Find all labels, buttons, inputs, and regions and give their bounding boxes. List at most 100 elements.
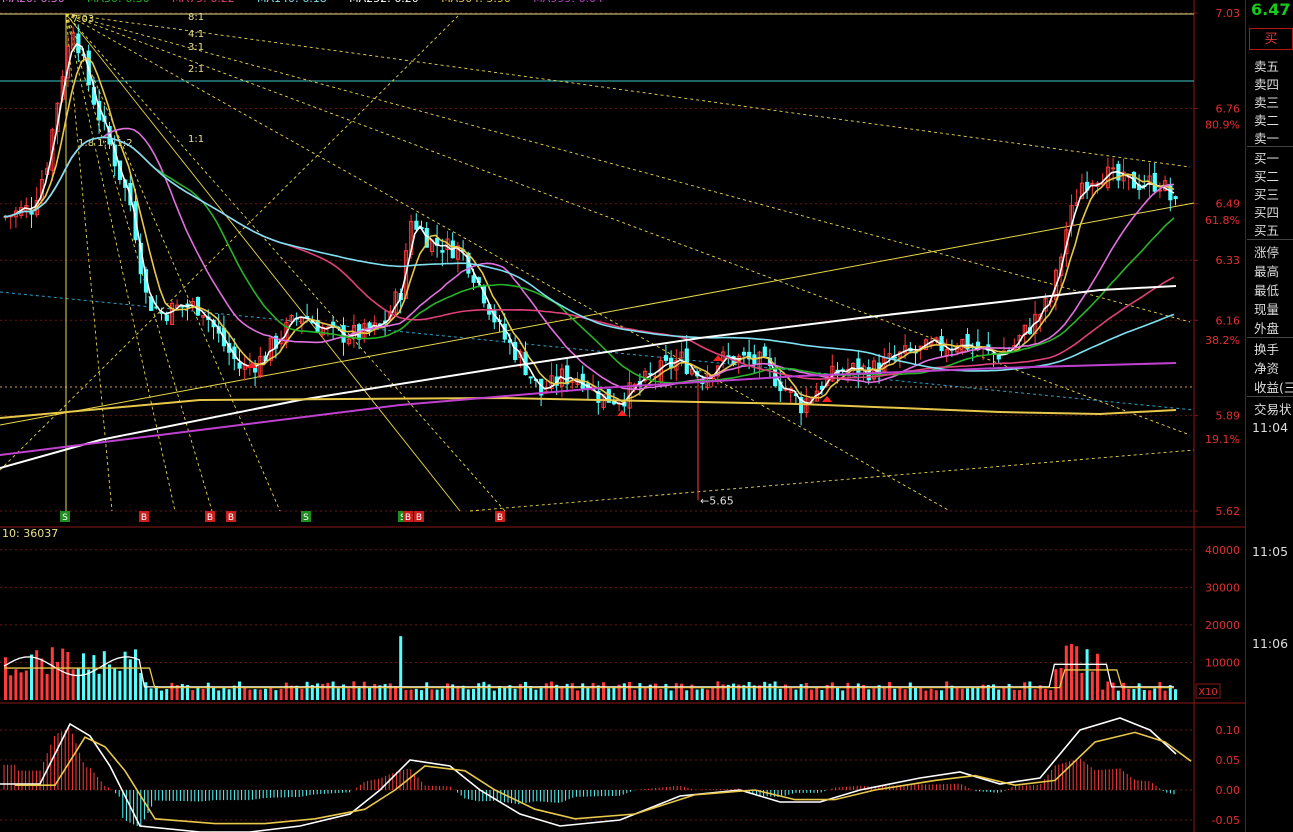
ma-legend-label: MA30: 6.30 bbox=[87, 0, 150, 5]
volume-ma-line bbox=[3, 656, 1174, 688]
candle bbox=[762, 343, 767, 357]
fib-level-label: 80.9% bbox=[1205, 118, 1240, 131]
sell-level-3: 卖三 bbox=[1254, 95, 1280, 110]
volume-bar bbox=[789, 688, 793, 700]
volume-bar bbox=[513, 688, 517, 700]
volume-bar bbox=[836, 686, 839, 700]
volume-bar bbox=[1064, 645, 1068, 700]
volume-bar bbox=[170, 682, 174, 700]
volume-bar bbox=[680, 683, 683, 700]
volume-bar bbox=[264, 688, 267, 700]
volume-bar bbox=[440, 688, 444, 700]
candle bbox=[357, 322, 362, 350]
volume-bar bbox=[279, 688, 283, 700]
volume-bar bbox=[50, 647, 54, 700]
candle bbox=[799, 391, 804, 426]
stat-net-assets: 净资 bbox=[1254, 361, 1280, 376]
candle bbox=[580, 365, 585, 393]
volume-bar bbox=[903, 689, 907, 700]
volume-bar bbox=[856, 683, 860, 700]
candle bbox=[1085, 171, 1090, 200]
macd-dif-line bbox=[0, 717, 1177, 832]
candle bbox=[814, 382, 819, 402]
ma-legend-label: MA504: 5.90 bbox=[441, 0, 511, 5]
candle-body bbox=[164, 314, 169, 322]
volume-bar bbox=[61, 648, 65, 700]
fan-ratio-label: 4:1 bbox=[188, 29, 204, 40]
volume-bar bbox=[966, 688, 969, 700]
volume-bar bbox=[191, 689, 195, 700]
candle-body bbox=[663, 355, 669, 361]
volume-bar bbox=[206, 682, 210, 700]
volume-bar bbox=[1122, 682, 1125, 700]
stat-current-volume: 现量 bbox=[1254, 302, 1280, 317]
ma-short-line bbox=[3, 42, 1175, 406]
candle bbox=[913, 345, 918, 366]
volume-bar bbox=[622, 683, 626, 700]
volume-bar bbox=[643, 687, 647, 700]
volume-bar bbox=[253, 689, 257, 700]
volume-bar bbox=[435, 689, 439, 700]
volume-bar bbox=[633, 689, 637, 700]
signal-marker-label: B bbox=[416, 513, 422, 523]
volume-bar bbox=[628, 681, 631, 700]
volume-bar bbox=[893, 688, 897, 700]
volume-bar bbox=[76, 668, 80, 700]
stock-chart[interactable]: 7.03 6.76 6.49 6.33 6.16 5.89 5.62 80.9% 61.8% 38… bbox=[0, 0, 1293, 832]
volume-bar bbox=[1096, 653, 1099, 700]
gann-fan-line bbox=[65, 13, 1191, 168]
volume-bar bbox=[482, 681, 486, 700]
volume-tick-label: 10000 bbox=[1205, 656, 1240, 669]
buy-level-3: 买三 bbox=[1254, 187, 1280, 202]
volume-bar bbox=[238, 681, 241, 700]
signal-marker-label: B bbox=[497, 513, 503, 523]
volume-bar bbox=[1075, 646, 1079, 700]
candle-body bbox=[726, 355, 731, 358]
candle bbox=[669, 350, 674, 380]
volume-bar bbox=[1116, 690, 1120, 700]
candle-body bbox=[1173, 196, 1178, 200]
buy-button[interactable]: 买 bbox=[1249, 28, 1293, 50]
volume-bar bbox=[92, 655, 96, 700]
gann-fan-line bbox=[65, 13, 506, 512]
stat-limit-up: 涨停 bbox=[1254, 245, 1280, 260]
candle bbox=[611, 393, 617, 406]
volume-bar bbox=[466, 689, 470, 700]
volume-bar bbox=[607, 688, 611, 700]
ma140-line bbox=[3, 136, 1175, 372]
volume-bar bbox=[908, 682, 912, 700]
candle-body bbox=[1152, 172, 1157, 192]
ma-legend-label: MA252: 6.20 bbox=[349, 0, 419, 5]
volume-tick-label: 30000 bbox=[1205, 581, 1240, 594]
volume-bar bbox=[638, 683, 642, 700]
volume-bar bbox=[113, 668, 117, 700]
volume-bar bbox=[212, 687, 215, 700]
ma-legend-label: MA20: 6.30 bbox=[2, 0, 65, 5]
candle bbox=[596, 380, 601, 415]
volume-bar bbox=[524, 681, 527, 700]
volume-bar bbox=[1163, 690, 1167, 700]
volume-bar bbox=[914, 686, 917, 700]
volume-bar bbox=[492, 690, 496, 700]
volume-bar bbox=[352, 681, 356, 700]
panel-divider bbox=[1247, 239, 1293, 240]
price-tick-label: 5.62 bbox=[1216, 505, 1241, 518]
volume-bar bbox=[768, 683, 772, 700]
volume-bar bbox=[1101, 689, 1105, 700]
volume-bar bbox=[706, 689, 709, 700]
volume-bar bbox=[747, 681, 751, 700]
volume-bar bbox=[997, 689, 1001, 700]
volume-bar bbox=[1111, 682, 1115, 700]
volume-bar bbox=[810, 689, 813, 700]
sell-level-1: 卖一 bbox=[1254, 131, 1280, 146]
candle bbox=[1116, 160, 1121, 189]
stat-turnover: 换手 bbox=[1254, 342, 1280, 357]
volume-bar bbox=[846, 682, 850, 700]
volume-bar bbox=[9, 675, 13, 700]
volume-bar bbox=[258, 689, 262, 700]
volume-bar bbox=[217, 690, 221, 700]
candle bbox=[440, 238, 445, 267]
buy-level-2: 买二 bbox=[1254, 169, 1280, 184]
candle bbox=[201, 315, 206, 326]
volume-bar bbox=[778, 688, 782, 700]
